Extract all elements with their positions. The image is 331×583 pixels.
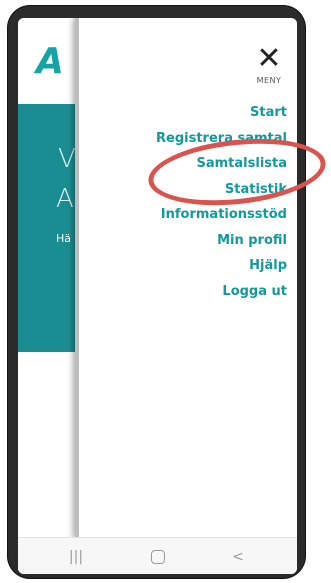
- home-icon: [151, 550, 165, 564]
- hero-text-partial: Hä: [56, 232, 72, 245]
- close-menu-button[interactable]: ✕ MENY: [251, 44, 287, 88]
- background-app: A V A Hä: [18, 18, 78, 538]
- back-button[interactable]: <: [218, 546, 258, 568]
- phone-frame: A V A Hä ✕ MENY Start Registrera samtal …: [8, 6, 305, 578]
- close-icon: ✕: [256, 41, 282, 76]
- hero-banner: V A Hä: [18, 104, 78, 352]
- menu-list: Start Registrera samtal Samtalslista Sta…: [156, 100, 287, 304]
- app-logo: A: [36, 41, 64, 82]
- menu-item-registrera-samtal[interactable]: Registrera samtal: [156, 126, 287, 152]
- screen: A V A Hä ✕ MENY Start Registrera samtal …: [18, 18, 297, 574]
- menu-item-informationsstod[interactable]: Informationsstöd: [156, 202, 287, 228]
- hero-title-partial: V: [58, 144, 76, 174]
- home-button[interactable]: [138, 546, 178, 568]
- close-menu-label: MENY: [256, 76, 282, 85]
- side-menu: ✕ MENY Start Registrera samtal Samtalsli…: [75, 18, 297, 538]
- menu-item-hjalp[interactable]: Hjälp: [156, 253, 287, 279]
- menu-item-samtalslista[interactable]: Samtalslista: [156, 151, 288, 177]
- menu-item-start[interactable]: Start: [156, 100, 287, 126]
- menu-item-statistik[interactable]: Statistik: [156, 177, 287, 203]
- recent-apps-button[interactable]: |||: [56, 546, 96, 568]
- hero-subtitle-partial: A: [56, 184, 74, 214]
- menu-item-min-profil[interactable]: Min profil: [156, 228, 287, 254]
- android-nav-bar: ||| <: [18, 537, 297, 574]
- menu-item-logga-ut[interactable]: Logga ut: [156, 279, 287, 305]
